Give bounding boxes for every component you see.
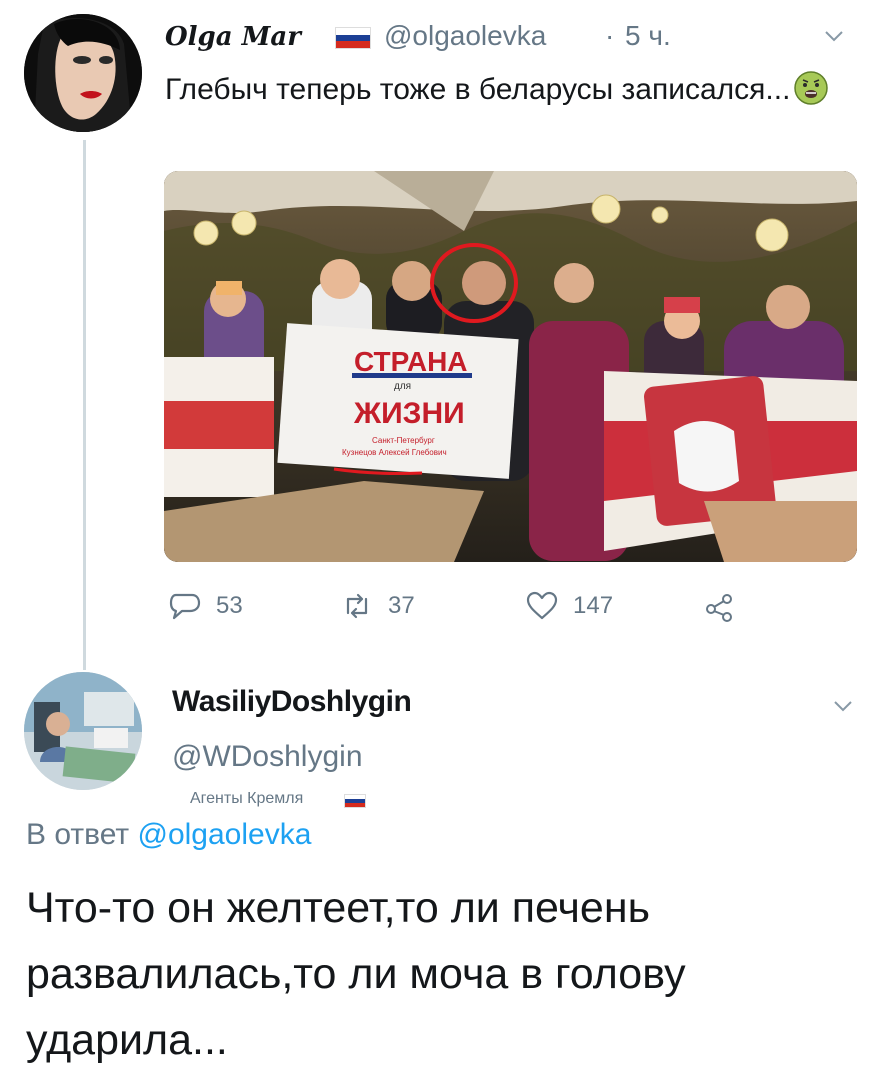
banner-text-top: СТРАНА <box>354 346 468 377</box>
reply-context: В ответ @olgaolevka <box>26 818 311 852</box>
retweet-count: 37 <box>388 592 415 619</box>
thread-line <box>83 140 86 670</box>
nauseated-face-icon <box>794 71 829 105</box>
tweet-text: Что-то он желтеет,то ли печень развалила… <box>26 884 686 1064</box>
retweet-icon <box>346 593 368 619</box>
avatar[interactable] <box>24 672 142 790</box>
chevron-down-icon[interactable] <box>824 26 844 46</box>
tweet-text: Глебыч теперь тоже в беларусы записался.… <box>165 66 865 114</box>
display-name[interactable]: WasiliyDoshlygin <box>172 685 412 719</box>
reply-prefix: В ответ <box>26 818 130 851</box>
banner-text-mid: для <box>394 381 411 392</box>
share-icon <box>706 594 732 622</box>
heart-icon <box>526 591 558 620</box>
tweet-photo[interactable]: СТРАНА для ЖИЗНИ Санкт-Петербург Кузнецо… <box>164 171 857 562</box>
display-name[interactable]: Olga Mar <box>165 22 301 52</box>
reply-icon <box>169 593 201 620</box>
user-handle[interactable]: @olgaolevka <box>384 20 546 52</box>
like-button[interactable]: 147 <box>525 588 613 624</box>
russia-flag-icon <box>335 27 371 49</box>
reply-count: 53 <box>216 592 243 619</box>
reply-mention-link[interactable]: @olgaolevka <box>137 818 311 851</box>
user-handle[interactable]: @WDoshlygin <box>172 740 363 774</box>
reply-button[interactable]: 53 <box>168 588 243 624</box>
like-count: 147 <box>573 592 614 619</box>
banner-text-bottom: ЖИЗНИ <box>353 397 465 430</box>
chevron-down-icon[interactable] <box>833 696 853 716</box>
tweet-text-content: Глебыч теперь тоже в беларусы записался.… <box>165 73 791 106</box>
avatar[interactable] <box>24 14 142 132</box>
timestamp[interactable]: 5 ч. <box>625 20 671 52</box>
russia-flag-icon <box>344 794 366 808</box>
banner-small-line2: Кузнецов Алексей Глебович <box>342 448 447 457</box>
account-label: Агенты Кремля <box>190 790 304 807</box>
separator-dot: · <box>605 20 615 51</box>
retweet-button[interactable]: 37 <box>340 588 415 624</box>
banner-small-line1: Санкт-Петербург <box>372 436 435 445</box>
share-button[interactable] <box>703 588 737 624</box>
